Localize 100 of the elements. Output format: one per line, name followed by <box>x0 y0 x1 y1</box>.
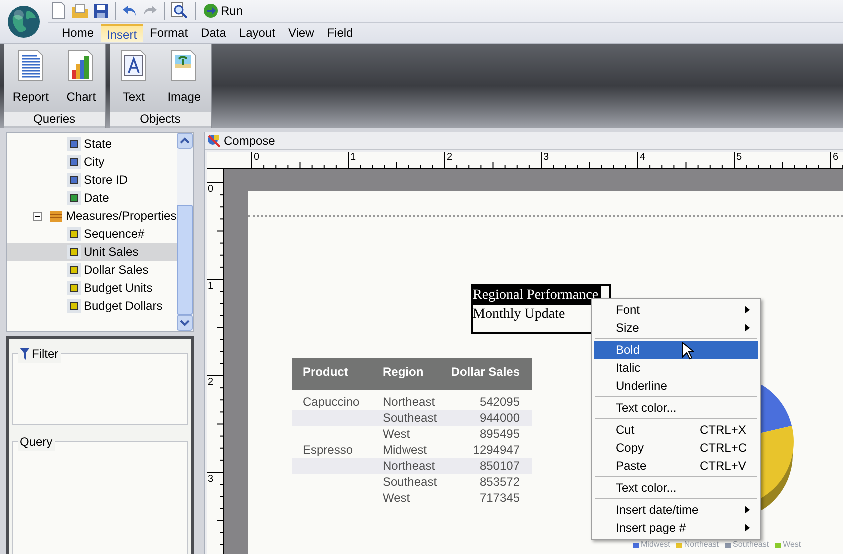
table-cell-text: 542095 <box>478 394 521 410</box>
menu-item[interactable]: Underline <box>594 377 758 395</box>
new-document-icon[interactable] <box>51 2 67 20</box>
column-header: Product <box>302 364 350 381</box>
table-cell-text: Midwest <box>382 442 428 458</box>
field-icon <box>67 191 81 205</box>
field-icon <box>67 227 81 241</box>
shortcut-label: CTRL+V <box>700 458 746 475</box>
ribbon-button[interactable]: Image <box>168 50 202 112</box>
column-header: Region <box>382 364 425 381</box>
menu-item[interactable]: Paste CTRL+V <box>594 457 758 475</box>
menu-item[interactable]: Insert page # <box>594 519 758 537</box>
scroll-thumb[interactable] <box>177 205 193 315</box>
mouse-pointer-icon <box>682 342 694 360</box>
run-icon <box>203 3 219 19</box>
ruler-number: 4 <box>640 153 646 163</box>
field-icon <box>67 137 81 151</box>
ruler-number: 5 <box>736 153 742 163</box>
tree-item[interactable]: Dollar Sales <box>7 261 177 279</box>
filter-label: Filter <box>32 346 59 363</box>
field-icon <box>67 155 81 169</box>
collapse-toggle[interactable] <box>33 212 42 220</box>
undo-icon[interactable] <box>122 4 138 18</box>
table-cell-text: Northeast <box>382 394 436 410</box>
menu-item[interactable]: Cut CTRL+X <box>594 421 758 439</box>
table-cell-text: 853572 <box>478 474 521 490</box>
ribbon-button[interactable]: Report <box>12 50 49 112</box>
legend-label: Midwest <box>641 541 670 549</box>
table-cell-text: Southeast <box>382 410 438 426</box>
field-icon <box>67 245 81 259</box>
group-label: Queries <box>4 112 105 126</box>
save-icon[interactable] <box>93 3 109 19</box>
tree-item[interactable]: Unit Sales <box>7 243 177 261</box>
tree-item[interactable]: Budget Units <box>7 279 177 297</box>
compose-title: Compose <box>224 132 276 150</box>
ruler-number: 3 <box>544 153 550 163</box>
tree-item[interactable]: Measures/Properties <box>7 207 177 225</box>
menu-tab[interactable]: Layout <box>233 24 282 42</box>
ribbon-button[interactable]: Text <box>120 50 148 112</box>
table-cell-text: Espresso <box>302 442 354 458</box>
tree-item[interactable]: Sequence# <box>7 225 177 243</box>
menu-item[interactable]: Text color... <box>594 479 758 497</box>
bar-chart-icon <box>67 50 96 82</box>
text-box[interactable]: Regional Performance Monthly Update <box>471 284 611 334</box>
table-cell-text: Capuccino <box>302 394 361 410</box>
menu-tab[interactable]: View <box>282 24 320 42</box>
ruler-number: 2 <box>447 153 453 163</box>
table-cell-text: 895495 <box>478 426 521 442</box>
ruler-number: 0 <box>208 185 214 195</box>
menu-item[interactable]: Insert date/time <box>594 501 758 519</box>
text-line: Monthly Update <box>473 306 566 324</box>
column-header: Dollar Sales <box>450 364 521 381</box>
menu-tab[interactable]: Format <box>144 24 194 42</box>
ruler-number: 1 <box>350 153 356 163</box>
group-label: Objects <box>110 112 211 126</box>
picture-file-icon <box>170 50 198 82</box>
globe-icon[interactable] <box>7 4 41 38</box>
tree-item[interactable]: Budget Dollars <box>7 297 177 315</box>
menu-tab[interactable]: Home <box>56 24 100 42</box>
table-cell-text: Southeast <box>382 474 438 490</box>
compose-icon <box>207 134 221 148</box>
menu-tab[interactable]: Field <box>321 24 360 42</box>
tree-item[interactable]: City <box>7 153 177 171</box>
menu-item[interactable]: Text color... <box>594 399 758 417</box>
ribbon-button[interactable]: Chart <box>66 50 96 112</box>
menu-tab[interactable]: Insert <box>101 24 144 42</box>
cube-stack-icon <box>49 209 63 223</box>
table-cell-text: West <box>382 426 412 442</box>
field-icon <box>67 281 81 295</box>
table-cell-text: 944000 <box>478 410 521 426</box>
table-cell-text: 1294947 <box>472 442 521 458</box>
text-frame-icon <box>120 50 148 82</box>
run-button[interactable]: Run <box>202 2 244 20</box>
ruler-number: 0 <box>254 153 260 163</box>
tree-item[interactable]: State <box>7 135 177 153</box>
menu-item[interactable]: Italic <box>594 359 758 377</box>
legend-label: Southeast <box>733 541 770 549</box>
ruler-number: 3 <box>208 474 214 484</box>
menu-tab[interactable]: Data <box>195 24 232 42</box>
table-cell-text: 717345 <box>478 490 521 506</box>
menu-item[interactable]: Copy CTRL+C <box>594 439 758 457</box>
ruler-number: 2 <box>208 378 214 388</box>
scroll-down-icon[interactable] <box>177 315 193 331</box>
table-cell-text: West <box>382 490 412 506</box>
ruler-number: 1 <box>208 282 214 292</box>
field-icon <box>67 173 81 187</box>
menu-item[interactable]: Bold <box>594 341 758 359</box>
ruler-number: 6 <box>833 153 839 163</box>
scroll-up-icon[interactable] <box>177 133 193 149</box>
legend-label: West <box>783 541 802 549</box>
tree-item[interactable]: Store ID <box>7 171 177 189</box>
table-cell-text: Northeast <box>382 458 436 474</box>
field-icon <box>67 299 81 313</box>
table-cell-text: 850107 <box>478 458 521 474</box>
preview-icon[interactable] <box>171 2 189 20</box>
shortcut-label: CTRL+X <box>700 422 746 439</box>
tree-item[interactable]: Date <box>7 189 177 207</box>
scrollbar[interactable] <box>177 133 193 331</box>
legend-label: Northeast <box>684 541 720 549</box>
document-icon <box>16 50 45 82</box>
